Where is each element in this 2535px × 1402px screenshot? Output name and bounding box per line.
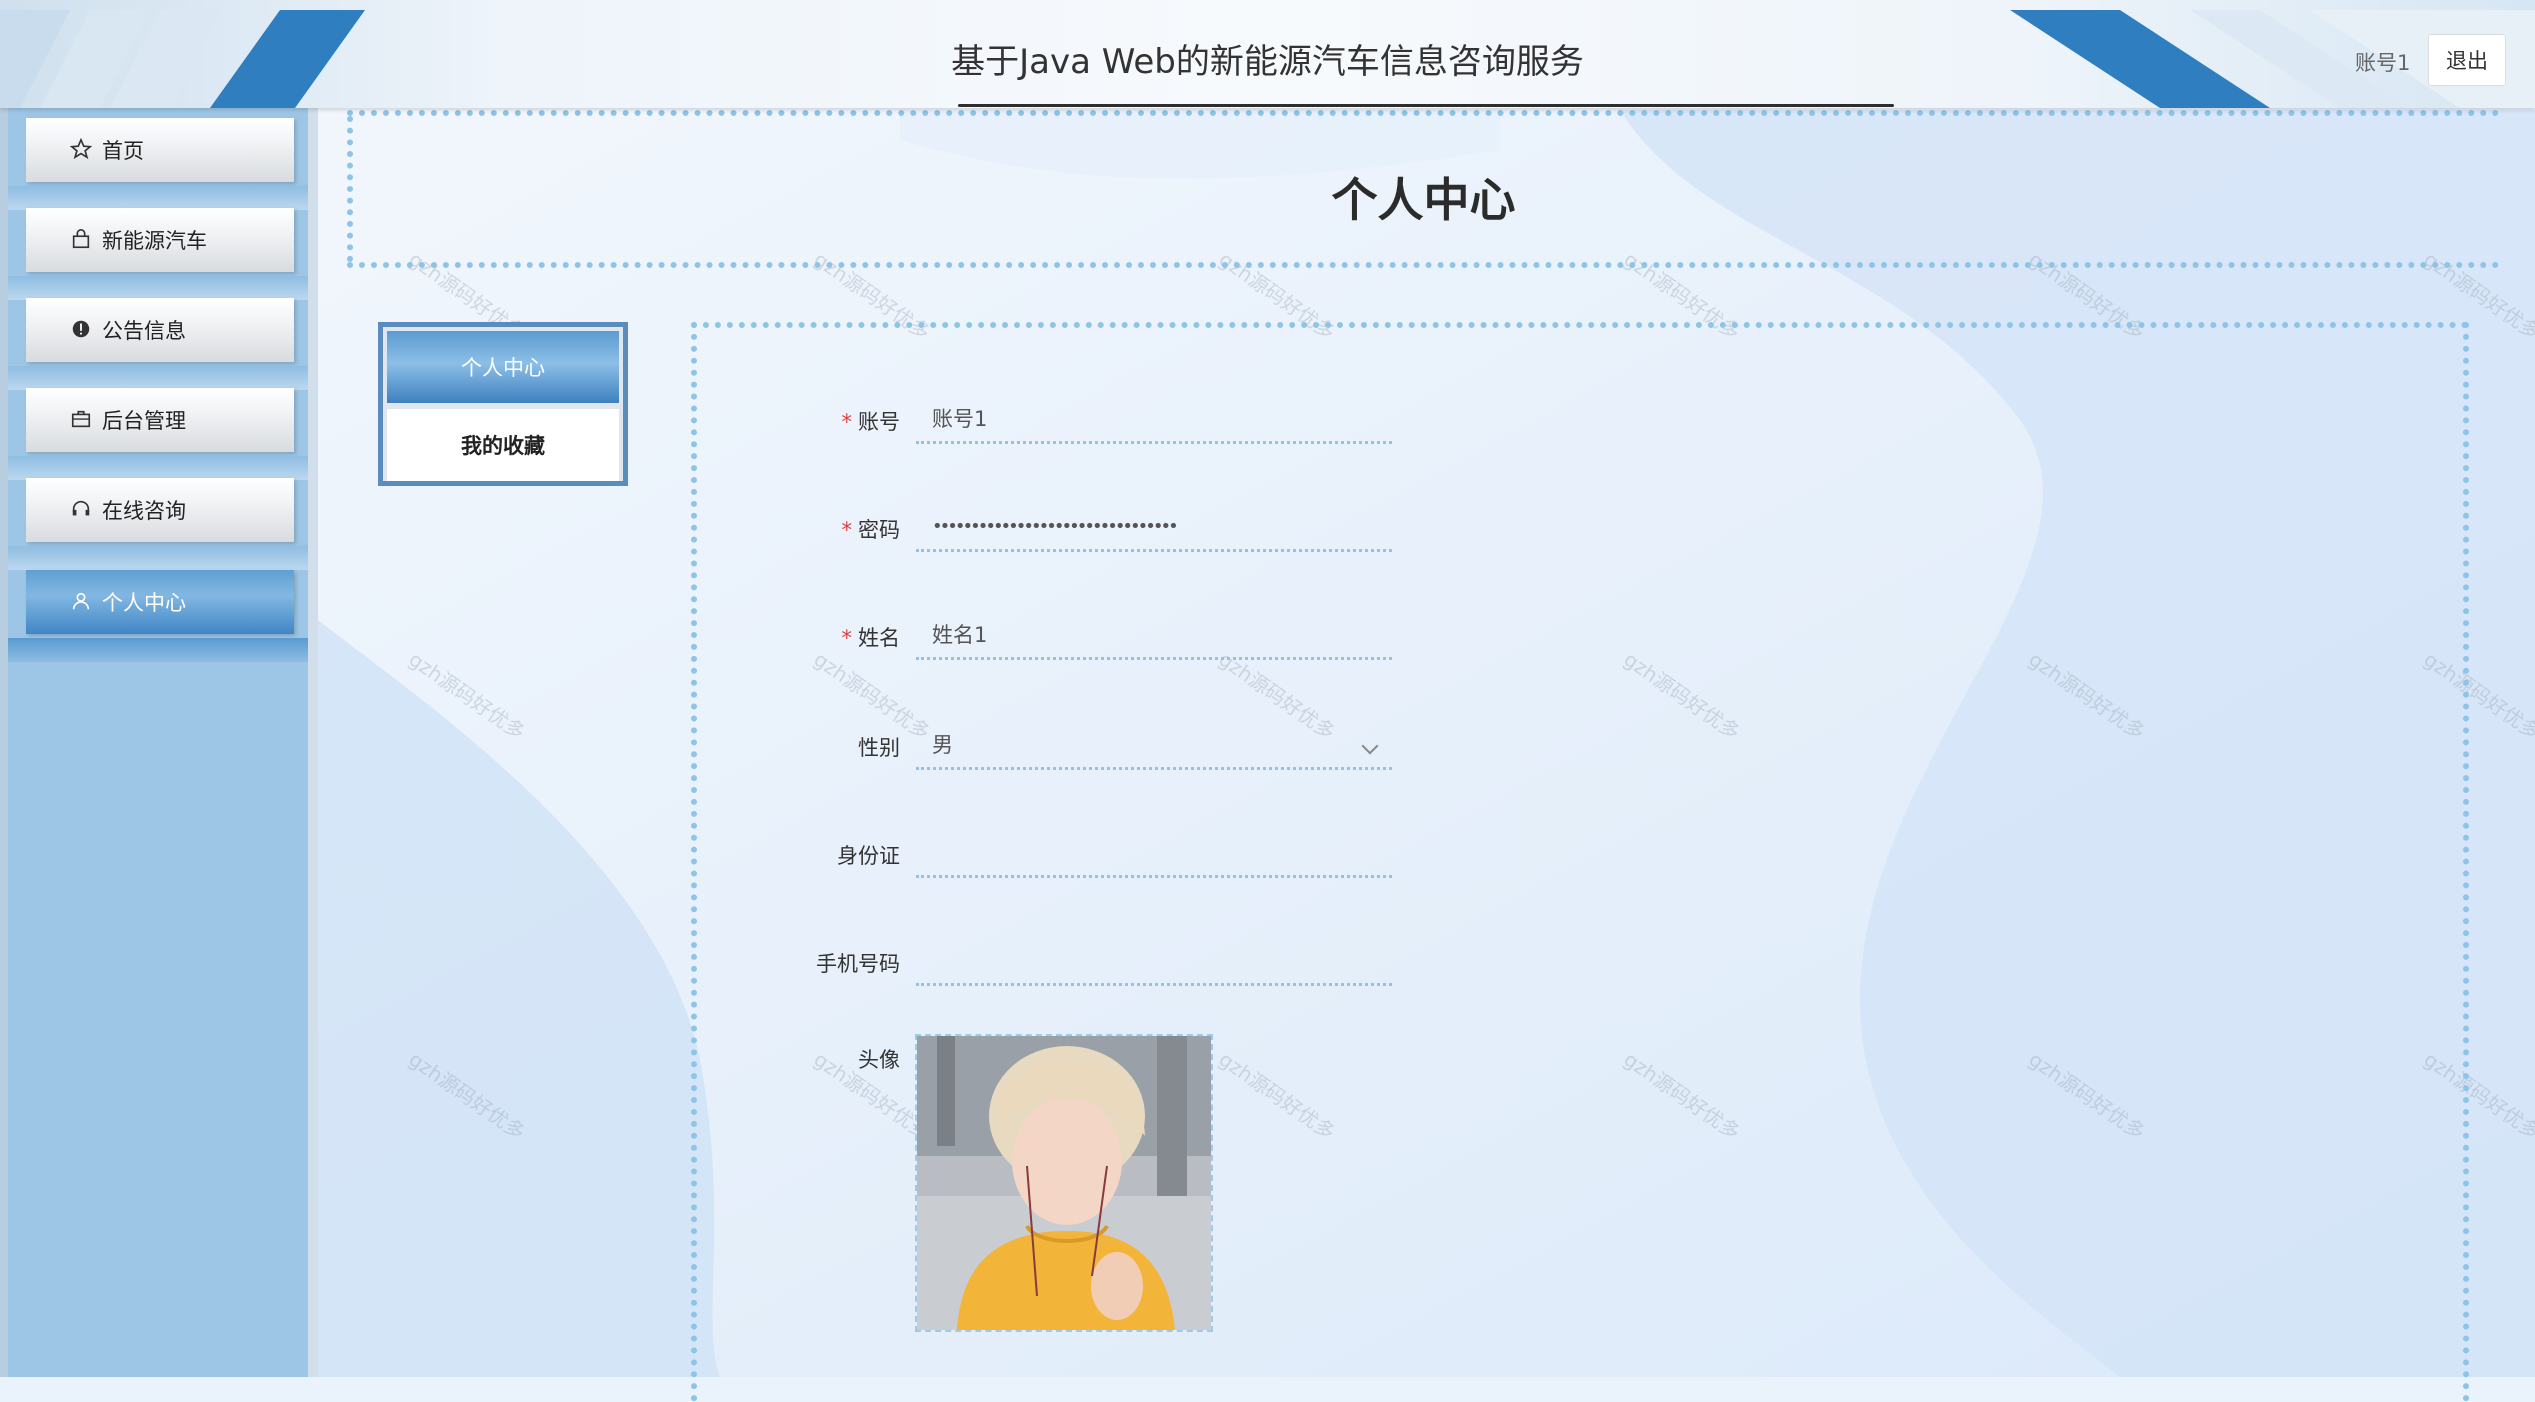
sidebar-item-vehicles[interactable]: 新能源汽车: [26, 208, 294, 272]
form-row-idcard: 身份证: [697, 830, 1697, 900]
tab-favorites[interactable]: 我的收藏: [387, 409, 619, 481]
account-label: * 账号: [697, 406, 901, 436]
title-underline: [958, 104, 1894, 107]
sidebar-item-label: 后台管理: [102, 409, 186, 433]
profile-form: * 账号 账号1 * 密码 ••••••••••••••••••••••••••••…: [691, 322, 2469, 1402]
page-title: 个人中心: [1331, 173, 1516, 227]
sidebar-separator: [8, 638, 308, 662]
logout-button[interactable]: 退出: [2428, 34, 2506, 86]
sidebar: 首页 新能源汽车 公告信息 后台管理 在线咨询 个人中心: [0, 108, 318, 1377]
form-row-password: * 密码 ••••••••••••••••••••••••••••••••: [697, 504, 1697, 574]
sidebar-item-label: 首页: [102, 139, 144, 163]
sidebar-item-label: 个人中心: [102, 591, 186, 615]
phone-label: 手机号码: [816, 952, 900, 976]
form-row-account: * 账号 账号1: [697, 396, 1697, 466]
info-icon: [72, 320, 90, 338]
gender-select[interactable]: 男: [916, 722, 1392, 770]
page-header-banner: 个人中心: [347, 110, 2500, 268]
sidebar-item-home[interactable]: 首页: [26, 118, 294, 182]
account-label-text: 账号: [858, 410, 900, 434]
required-mark: *: [841, 410, 853, 434]
gender-select-value: 男: [932, 733, 953, 757]
top-header: 基于Java Web的新能源汽车信息咨询服务 账号1 退出: [0, 0, 2535, 108]
avatar-image: [917, 1036, 1211, 1330]
idcard-field[interactable]: [916, 830, 1392, 878]
current-user: 账号1: [2355, 51, 2411, 75]
name-field[interactable]: 姓名1: [916, 612, 1392, 660]
password-label-text: 密码: [858, 518, 900, 542]
avatar-label: 头像: [858, 1048, 900, 1072]
phone-field[interactable]: [916, 938, 1392, 986]
sidebar-separator: [8, 276, 308, 300]
sidebar-item-label: 公告信息: [102, 319, 186, 343]
avatar-upload[interactable]: [915, 1034, 1213, 1332]
sidebar-separator: [8, 366, 308, 390]
name-label-text: 姓名: [858, 626, 900, 650]
form-row-gender: 性别 男: [697, 722, 1697, 792]
sidebar-separator: [8, 546, 308, 570]
gender-label: 性别: [858, 736, 900, 760]
star-icon: [70, 138, 92, 160]
bag-icon: [72, 229, 90, 249]
sidebar-item-announcements[interactable]: 公告信息: [26, 298, 294, 362]
tab-profile[interactable]: 个人中心: [387, 331, 619, 403]
site-title: 基于Java Web的新能源汽车信息咨询服务: [951, 42, 1584, 82]
required-mark: *: [841, 518, 853, 542]
briefcase-icon: [71, 410, 91, 428]
sidebar-separator: [8, 186, 308, 210]
sidebar-separator: [8, 456, 308, 480]
profile-tabs: 个人中心 我的收藏: [378, 322, 628, 486]
chevron-down-icon: [1361, 737, 1379, 755]
account-field[interactable]: 账号1: [916, 396, 1392, 444]
form-row-phone: 手机号码: [697, 938, 1697, 1008]
headset-icon: [72, 500, 90, 516]
sidebar-item-profile[interactable]: 个人中心: [26, 570, 294, 634]
idcard-label: 身份证: [837, 844, 900, 868]
user-icon: [72, 592, 90, 610]
sidebar-item-consult[interactable]: 在线咨询: [26, 478, 294, 542]
sidebar-item-admin[interactable]: 后台管理: [26, 388, 294, 452]
name-label: * 姓名: [697, 622, 901, 652]
required-mark: *: [841, 626, 853, 650]
password-label: * 密码: [697, 514, 901, 544]
form-row-name: * 姓名 姓名1: [697, 612, 1697, 682]
password-field[interactable]: ••••••••••••••••••••••••••••••••: [916, 504, 1392, 552]
sidebar-item-label: 在线咨询: [102, 499, 186, 523]
sidebar-item-label: 新能源汽车: [102, 229, 207, 253]
